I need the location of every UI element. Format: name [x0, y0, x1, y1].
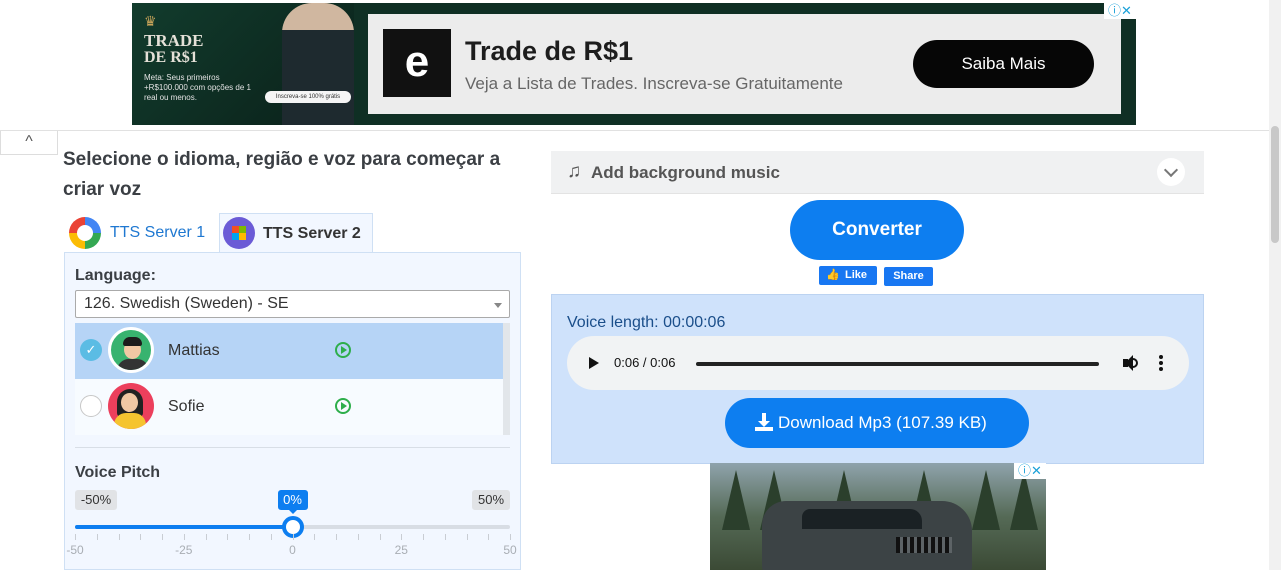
scrollbar-thumb[interactable] [1271, 126, 1279, 243]
play-sample-icon[interactable] [335, 342, 351, 358]
pitch-tick [249, 534, 250, 540]
more-options-icon[interactable] [1159, 355, 1163, 371]
ad-subtitle: Veja a Lista de Trades. Inscreva-se Grat… [465, 74, 843, 93]
pitch-tick [401, 534, 403, 540]
language-select[interactable]: 126. Swedish (Sweden) - SE [75, 290, 510, 318]
list-item-voice-mattias[interactable]: ✓ Mattias [75, 323, 505, 379]
ad-brand-line1: TRADE [144, 31, 204, 50]
pitch-tick [227, 534, 229, 540]
page: ♛ TRADE DE R$1 Meta: Seus primeiros +R$1… [0, 0, 1281, 570]
voice-name: Mattias [168, 342, 220, 359]
tab-label: TTS Server 2 [263, 225, 361, 242]
top-ad-banner[interactable]: ♛ TRADE DE R$1 Meta: Seus primeiros +R$1… [132, 3, 1136, 125]
collapse-ad-button[interactable]: ^ [0, 131, 58, 155]
background-music-label: Add background music [591, 163, 780, 182]
pitch-tick [292, 534, 294, 540]
adchoices-icon[interactable]: ⓘ✕ [1014, 463, 1046, 479]
adchoices-icon[interactable]: ⓘ✕ [1104, 3, 1136, 19]
facebook-share-button[interactable]: Share [884, 267, 933, 286]
ad-logo-icon: e [383, 29, 451, 97]
pitch-tick [205, 534, 207, 540]
pitch-max-label: 50% [472, 490, 510, 510]
pitch-label: Voice Pitch [75, 464, 161, 481]
facebook-like-button[interactable]: 👍 Like [819, 266, 877, 285]
pitch-tick [357, 534, 359, 540]
tab-tts-server-1[interactable]: TTS Server 1 [64, 213, 215, 253]
pitch-tick [314, 534, 316, 540]
pitch-tick [336, 534, 337, 540]
ad-card[interactable]: e Trade de R$1 Veja a Lista de Trades. I… [368, 14, 1121, 114]
ad-car-image [762, 501, 972, 570]
play-icon[interactable] [589, 357, 599, 369]
pitch-tick-label: -50 [66, 543, 84, 557]
audio-player: 0:06 / 0:06 [567, 336, 1189, 390]
avatar [108, 327, 154, 373]
background-music-toggle[interactable]: ♫ Add background music [551, 151, 1204, 194]
pitch-slider-fill [75, 525, 293, 529]
audio-time: 0:06 / 0:06 [614, 355, 676, 370]
language-label: Language: [75, 267, 156, 284]
check-icon[interactable]: ✓ [80, 339, 102, 361]
download-icon [755, 413, 773, 431]
music-note-icon: ♫ [567, 161, 582, 182]
avatar [108, 383, 154, 429]
pitch-tick-label: -25 [175, 543, 193, 557]
radio-icon[interactable] [80, 395, 102, 417]
download-label: Download Mp3 (107.39 KB) [778, 413, 987, 432]
convert-button[interactable]: Converter [790, 200, 964, 260]
pitch-min-label: -50% [75, 490, 117, 510]
page-title: Selecione o idioma, região e voz para co… [63, 149, 501, 200]
ad-small-text: Meta: Seus primeiros +R$100.000 com opçõ… [144, 73, 251, 102]
pitch-tick [183, 534, 185, 540]
pitch-tick [466, 534, 468, 540]
ad-chip: Inscreva-se 100% grátis [265, 91, 351, 103]
result-panel: Voice length: 00:00:06 0:06 / 0:06 Downl… [551, 294, 1204, 464]
volume-icon[interactable] [1121, 353, 1141, 373]
pitch-tick [510, 534, 511, 540]
pitch-tick [444, 534, 446, 540]
ad-person-image [282, 3, 354, 125]
voice-list-scrollbar[interactable] [503, 323, 510, 435]
pitch-current-label: 0% [277, 490, 308, 514]
pitch-tick [118, 534, 120, 540]
tab-label: TTS Server 1 [110, 224, 206, 241]
play-sample-icon[interactable] [335, 398, 351, 414]
like-label: Like [845, 269, 868, 281]
thumbs-up-icon: 👍 [826, 269, 840, 281]
voice-length: Voice length: 00:00:06 [567, 314, 726, 331]
pitch-tick [140, 534, 142, 540]
voice-list: ✓ Mattias Sofie [75, 323, 510, 435]
dropdown-caret-icon [494, 303, 502, 308]
list-item-voice-sofie[interactable]: Sofie [75, 379, 505, 435]
pitch-tick-label: 50 [503, 543, 517, 557]
voice-name: Sofie [168, 398, 205, 415]
divider [75, 447, 510, 448]
language-selected-value: 126. Swedish (Sweden) - SE [84, 295, 289, 312]
crown-icon: ♛ [144, 13, 157, 29]
chevron-down-icon[interactable] [1157, 158, 1185, 186]
bottom-ad-image[interactable]: ⓘ✕ [710, 463, 1046, 570]
pitch-tick [488, 534, 490, 540]
pitch-tick [162, 534, 163, 540]
ad-brand-line2: DE R$1 [144, 49, 198, 66]
pitch-tick [423, 534, 424, 540]
tab-tts-server-2[interactable]: TTS Server 2 [219, 213, 373, 253]
download-mp3-button[interactable]: Download Mp3 (107.39 KB) [725, 398, 1029, 448]
microsoft-icon [223, 217, 255, 249]
ad-cta-button[interactable]: Saiba Mais [913, 40, 1094, 88]
pitch-tick [379, 534, 381, 540]
google-icon [69, 217, 101, 249]
ad-title: Trade de R$1 [465, 36, 634, 66]
pitch-tick [270, 534, 272, 540]
page-scrollbar[interactable] [1269, 0, 1281, 570]
audio-progress-bar[interactable] [696, 362, 1099, 366]
pitch-tick-label: 0 [289, 543, 296, 557]
voice-settings-panel: Language: 126. Swedish (Sweden) - SE ✓ M… [64, 252, 521, 570]
ad-image: ♛ TRADE DE R$1 Meta: Seus primeiros +R$1… [132, 3, 354, 125]
pitch-tick-label: 25 [394, 543, 408, 557]
pitch-tick [96, 534, 98, 540]
pitch-tick [75, 534, 76, 540]
divider [0, 130, 1269, 131]
